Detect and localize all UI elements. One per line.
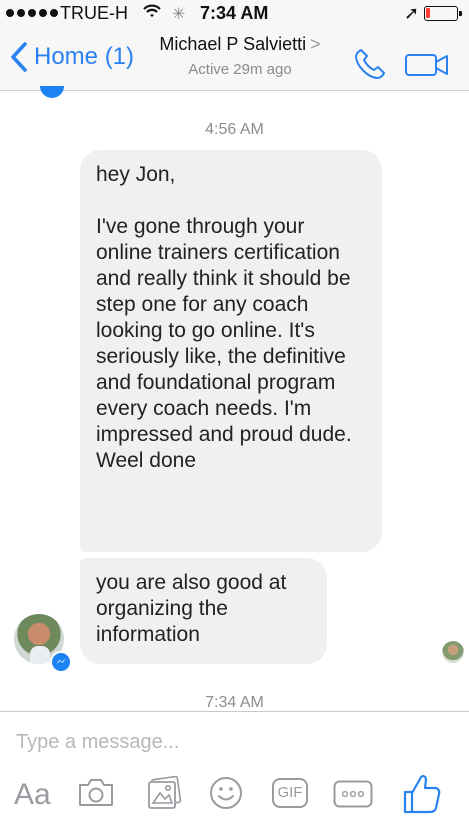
chevron-right-icon: > bbox=[310, 34, 321, 54]
wifi-icon bbox=[143, 4, 161, 17]
seen-receipt-avatar bbox=[442, 641, 464, 663]
timestamp: 7:34 AM bbox=[205, 694, 264, 711]
messenger-badge-icon bbox=[50, 651, 72, 673]
signal-strength-icon bbox=[6, 9, 58, 17]
message-bubble[interactable]: you are also good at organizing the info… bbox=[80, 558, 327, 664]
sticker-smiley-icon[interactable] bbox=[208, 776, 244, 812]
contact-status: Active 29m ago bbox=[188, 61, 292, 78]
clock: 7:34 AM bbox=[200, 3, 269, 23]
compose-area: Aa GIF bbox=[0, 711, 469, 821]
timestamp: 4:56 AM bbox=[205, 121, 264, 138]
camera-icon[interactable] bbox=[76, 776, 116, 808]
thumbs-up-like-icon[interactable] bbox=[402, 772, 442, 814]
activity-spinner-icon: ✳ bbox=[172, 6, 186, 23]
video-call-icon[interactable] bbox=[404, 52, 450, 78]
text-format-button[interactable]: Aa bbox=[14, 778, 51, 812]
back-button[interactable]: Home (1) bbox=[8, 40, 134, 74]
status-bar: TRUE-H ✳ 7:34 AM ➚ bbox=[0, 0, 469, 26]
message-input[interactable] bbox=[14, 726, 438, 758]
gif-button[interactable]: GIF bbox=[272, 778, 308, 808]
photo-gallery-icon[interactable] bbox=[145, 776, 185, 810]
battery-level bbox=[426, 8, 430, 18]
carrier-name: TRUE-H bbox=[60, 3, 128, 23]
battery-icon bbox=[424, 6, 462, 21]
contact-title[interactable]: Michael P Salvietti > Active 29m ago bbox=[140, 34, 340, 78]
message-thread[interactable]: 4:56 AM hey Jon, I've gone through your … bbox=[0, 91, 469, 711]
more-options-icon[interactable] bbox=[333, 780, 373, 808]
chevron-left-icon bbox=[11, 42, 27, 72]
compose-toolbar: Aa GIF bbox=[0, 775, 469, 821]
phone-call-icon[interactable] bbox=[352, 46, 388, 82]
contact-name: Michael P Salvietti bbox=[159, 34, 307, 54]
message-bubble[interactable]: hey Jon, I've gone through your online t… bbox=[80, 150, 382, 552]
back-label: Home (1) bbox=[34, 43, 135, 70]
conversation-header: Home (1) Michael P Salvietti > Active 29m… bbox=[0, 26, 469, 91]
location-arrow-icon: ➚ bbox=[404, 3, 420, 23]
